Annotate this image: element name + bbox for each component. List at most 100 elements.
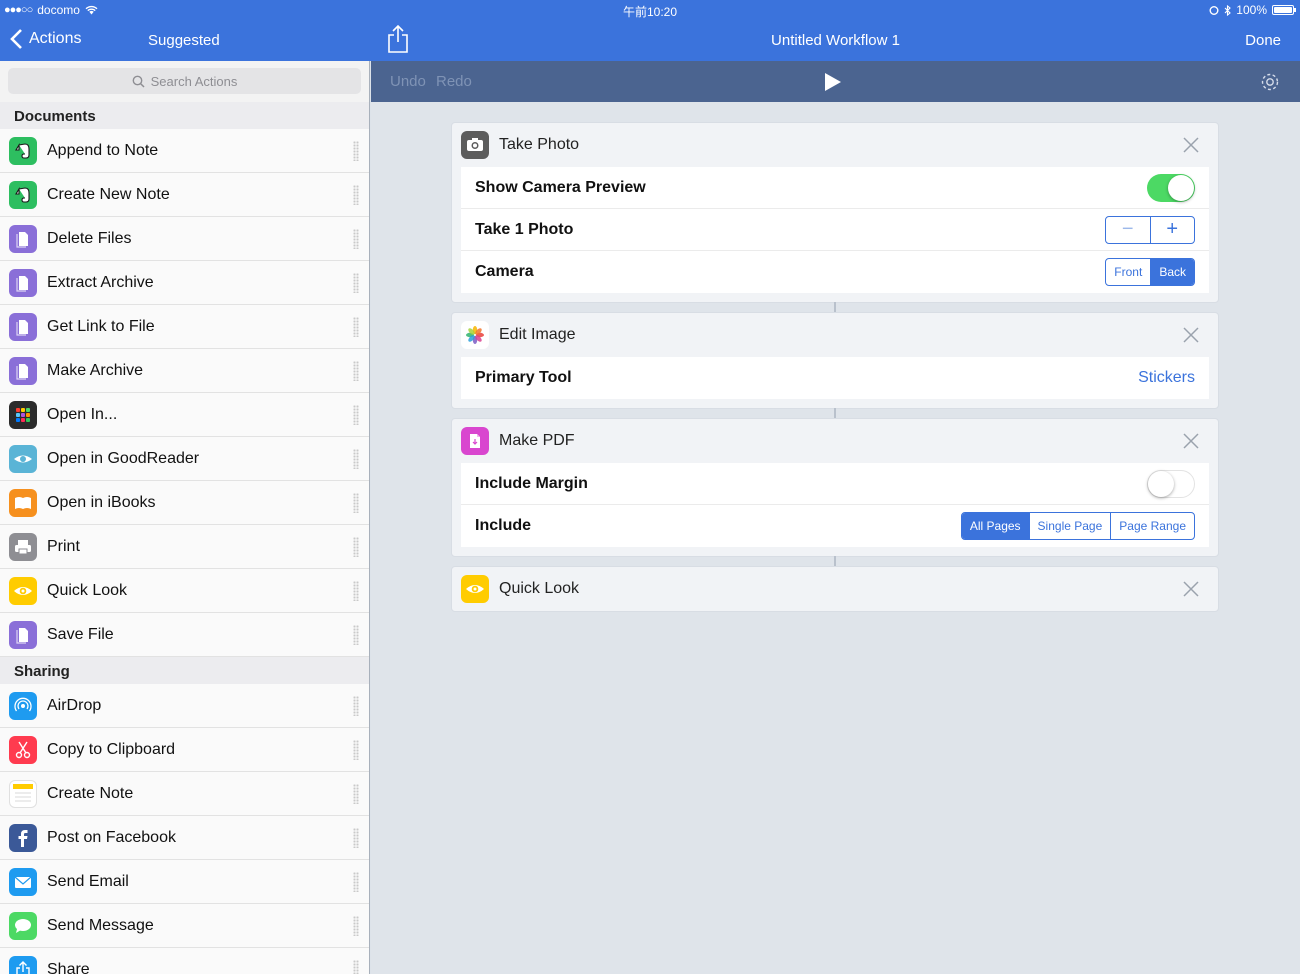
- action-item[interactable]: Append to Note: [0, 129, 369, 173]
- evernote-icon: [9, 180, 37, 209]
- action-label: Copy to Clipboard: [47, 740, 176, 758]
- drag-handle-icon[interactable]: [353, 185, 359, 205]
- connector: [834, 408, 836, 418]
- done-button[interactable]: Done: [1245, 32, 1281, 49]
- make-pdf-header: Make PDF: [452, 419, 1218, 463]
- action-sidebar: Search Actions Documents Append to Note Cr…: [0, 61, 370, 974]
- drag-handle-icon[interactable]: [353, 916, 359, 936]
- drag-handle-icon[interactable]: [353, 405, 359, 425]
- battery-icon: [1272, 5, 1296, 15]
- drag-handle-icon[interactable]: [353, 449, 359, 469]
- segment-option[interactable]: Back: [1151, 259, 1194, 285]
- increment-button[interactable]: +: [1151, 217, 1195, 243]
- close-icon[interactable]: [1182, 136, 1200, 154]
- action-label: Extract Archive: [47, 273, 154, 291]
- action-item[interactable]: Delete Files: [0, 217, 369, 261]
- action-item[interactable]: Quick Look: [0, 569, 369, 613]
- show-preview-label: Show Camera Preview: [475, 178, 646, 196]
- gear-icon[interactable]: [1259, 71, 1281, 93]
- back-button[interactable]: Actions: [10, 29, 81, 49]
- notes-icon: [9, 779, 37, 808]
- action-item[interactable]: Get Link to File: [0, 305, 369, 349]
- drag-handle-icon[interactable]: [353, 581, 359, 601]
- close-icon[interactable]: [1182, 326, 1200, 344]
- top-bar: ●●●○○ docomo 午前10:20 100% Actions Sugges…: [0, 0, 1300, 61]
- quick-look-card[interactable]: Quick Look: [451, 566, 1219, 612]
- document-icon: [9, 312, 37, 341]
- message-icon: [9, 911, 37, 940]
- action-label: Share: [47, 960, 90, 974]
- action-item[interactable]: Open in iBooks: [0, 481, 369, 525]
- action-item[interactable]: Send Message: [0, 904, 369, 948]
- drag-handle-icon[interactable]: [353, 317, 359, 337]
- drag-handle-icon[interactable]: [353, 273, 359, 293]
- edit-image-params: Primary Tool Stickers: [461, 357, 1209, 399]
- action-item[interactable]: Post on Facebook: [0, 816, 369, 860]
- close-icon[interactable]: [1182, 580, 1200, 598]
- play-icon[interactable]: [823, 72, 843, 92]
- action-item[interactable]: Open In...: [0, 393, 369, 437]
- close-icon[interactable]: [1182, 432, 1200, 450]
- action-label: Make Archive: [47, 361, 144, 379]
- segment-option[interactable]: All Pages: [961, 513, 1030, 539]
- include-margin-toggle[interactable]: [1147, 469, 1195, 498]
- show-preview-toggle[interactable]: [1147, 173, 1195, 202]
- drag-handle-icon[interactable]: [353, 960, 359, 974]
- drag-handle-icon[interactable]: [353, 229, 359, 249]
- drag-handle-icon[interactable]: [353, 361, 359, 381]
- document-icon: [9, 268, 37, 297]
- drag-handle-icon[interactable]: [353, 740, 359, 760]
- segment-option[interactable]: Page Range: [1111, 513, 1194, 539]
- redo-button[interactable]: Redo: [436, 73, 472, 90]
- action-item[interactable]: AirDrop: [0, 684, 369, 728]
- photos-icon: [461, 321, 489, 349]
- primary-tool-label: Primary Tool: [475, 369, 572, 386]
- drag-handle-icon[interactable]: [353, 141, 359, 161]
- search-input[interactable]: Search Actions: [8, 68, 361, 94]
- eye-icon: [9, 576, 37, 605]
- drag-handle-icon[interactable]: [353, 625, 359, 645]
- include-margin-label: Include Margin: [475, 474, 588, 492]
- take-photo-card[interactable]: Take Photo Show Camera Preview Take 1 Ph…: [451, 122, 1219, 303]
- make-pdf-params: Include Margin Include All Pages Single P…: [461, 463, 1209, 547]
- include-segmented-control[interactable]: All Pages Single Page Page Range: [960, 512, 1195, 540]
- edit-image-card[interactable]: Edit Image Primary Tool Stickers: [451, 312, 1219, 409]
- drag-handle-icon[interactable]: [353, 696, 359, 716]
- suggested-tab[interactable]: Suggested: [148, 32, 220, 49]
- drag-handle-icon[interactable]: [353, 537, 359, 557]
- segment-option[interactable]: Front: [1106, 259, 1152, 285]
- drag-handle-icon[interactable]: [353, 784, 359, 804]
- document-icon: [9, 620, 37, 649]
- undo-button[interactable]: Undo: [390, 73, 426, 90]
- action-item[interactable]: Create New Note: [0, 173, 369, 217]
- action-item[interactable]: Extract Archive: [0, 261, 369, 305]
- action-item[interactable]: Save File: [0, 613, 369, 657]
- section-header: Sharing: [0, 657, 369, 684]
- camera-segmented-control[interactable]: Front Back: [1105, 258, 1195, 286]
- action-item[interactable]: Share: [0, 948, 369, 974]
- action-item[interactable]: Copy to Clipboard: [0, 728, 369, 772]
- drag-handle-icon[interactable]: [353, 493, 359, 513]
- primary-tool-value[interactable]: Stickers: [1138, 369, 1195, 387]
- make-pdf-card[interactable]: Make PDF Include Margin Include All Page…: [451, 418, 1219, 557]
- connector: [834, 556, 836, 566]
- quick-look-title: Quick Look: [499, 580, 580, 597]
- param-row: Include All Pages Single Page Page Range: [461, 505, 1209, 547]
- editor-toolbar: Undo Redo: [371, 61, 1300, 102]
- action-item[interactable]: Print: [0, 525, 369, 569]
- drag-handle-icon[interactable]: [353, 828, 359, 848]
- decrement-button[interactable]: −: [1106, 216, 1151, 243]
- drag-handle-icon[interactable]: [353, 872, 359, 892]
- action-label: Create Note: [47, 784, 134, 802]
- action-item[interactable]: Make Archive: [0, 349, 369, 393]
- status-right: 100%: [1209, 3, 1296, 17]
- apps-grid-icon: [9, 400, 37, 429]
- segment-option[interactable]: Single Page: [1030, 513, 1112, 539]
- photo-count-stepper[interactable]: − +: [1105, 215, 1195, 244]
- action-item[interactable]: Create Note: [0, 772, 369, 816]
- document-icon: [9, 356, 37, 385]
- make-pdf-title: Make PDF: [499, 432, 575, 449]
- param-row: Camera Front Back: [461, 251, 1209, 293]
- action-item[interactable]: Send Email: [0, 860, 369, 904]
- action-item[interactable]: Open in GoodReader: [0, 437, 369, 481]
